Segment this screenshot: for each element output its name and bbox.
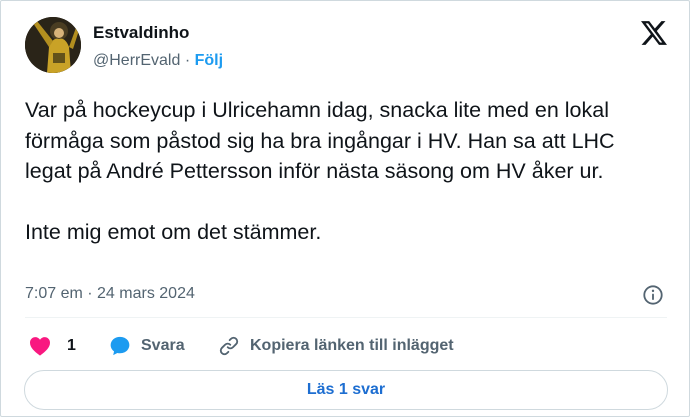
author-handle[interactable]: @HerrEvald [93, 52, 180, 69]
reply-bubble-icon [110, 336, 130, 356]
x-logo-icon[interactable] [641, 21, 667, 45]
tweet-text: Var på hockeycup i Ulricehamn idag, snac… [25, 95, 665, 248]
reply-label: Svara [141, 337, 185, 354]
reply-button[interactable]: Svara [109, 331, 185, 361]
copy-link-label: Kopiera länken till inlägget [250, 337, 454, 354]
tweet-timestamp[interactable]: 7:07 em · 24 mars 2024 [25, 285, 195, 303]
follow-button[interactable]: Följ [195, 52, 223, 69]
separator-dot: · [184, 52, 191, 69]
like-button[interactable]: 1 [29, 331, 76, 361]
heart-icon [30, 337, 50, 356]
divider [25, 317, 667, 318]
author-display-name[interactable]: Estvaldinho [93, 23, 189, 43]
like-count: 1 [67, 337, 76, 354]
avatar-photo [25, 17, 81, 73]
link-icon [219, 336, 239, 356]
author-handle-row: @HerrEvald · Följ [93, 52, 223, 70]
avatar[interactable] [25, 17, 81, 73]
tweet-paragraph: Var på hockeycup i Ulricehamn idag, snac… [25, 98, 615, 183]
tweet-paragraph: Inte mig emot om det stämmer. [25, 220, 322, 244]
copy-link-button[interactable]: Kopiera länken till inlägget [218, 331, 454, 361]
read-replies-button[interactable]: Läs 1 svar [24, 370, 668, 410]
info-icon[interactable] [642, 284, 664, 306]
tweet-card: Estvaldinho @HerrEvald · Följ Var på hoc… [0, 0, 690, 417]
